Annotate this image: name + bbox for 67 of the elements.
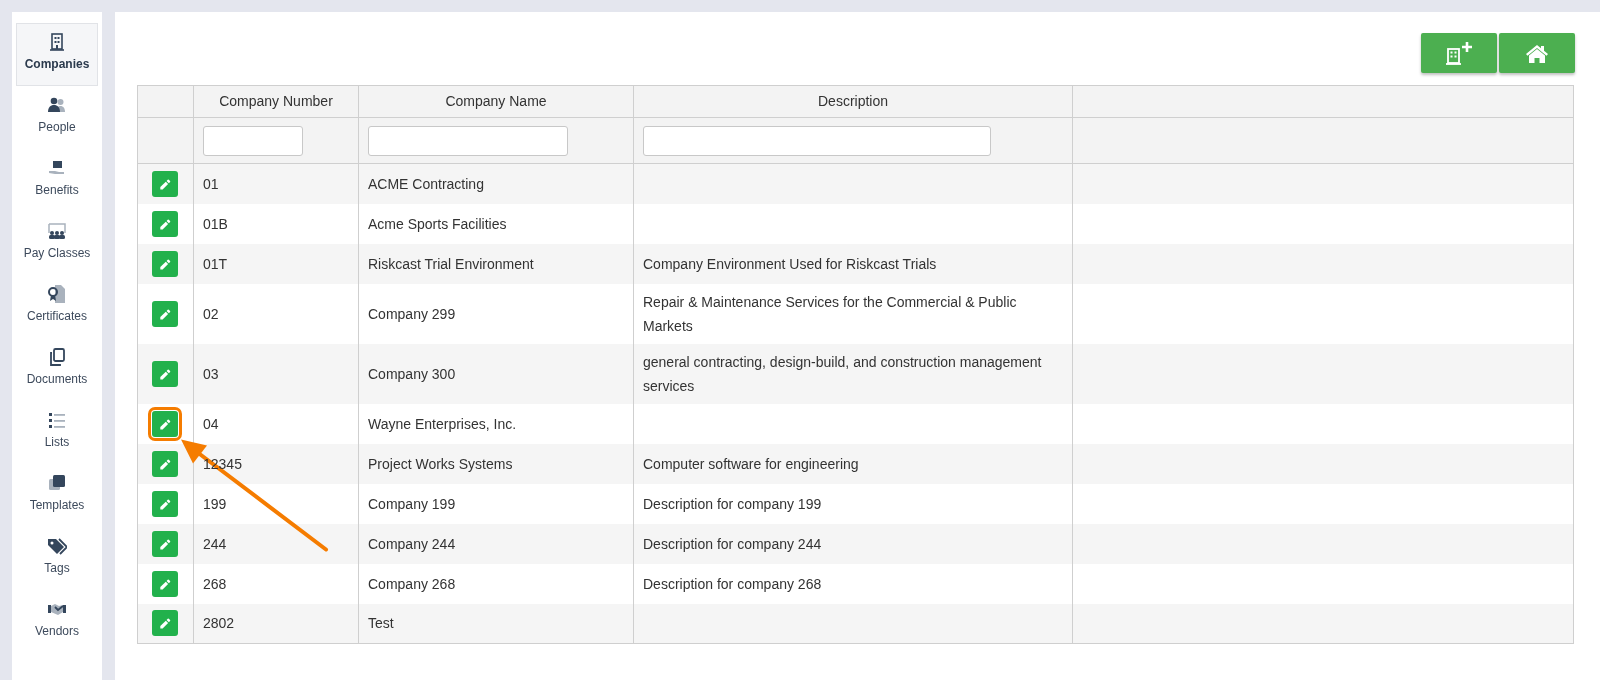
list-icon — [47, 410, 67, 430]
table-cell: Project Works Systems — [368, 455, 513, 472]
filter-field[interactable] — [203, 125, 303, 156]
home-icon — [1524, 42, 1550, 64]
edit-button[interactable] — [152, 210, 178, 237]
table-cell: 244 — [203, 535, 227, 552]
home-button[interactable] — [1499, 33, 1575, 73]
table-cell: ACME Contracting — [368, 175, 484, 192]
table-cell: Acme Sports Facilities — [368, 215, 507, 232]
table-cell-text: Computer software for engineering — [643, 454, 859, 474]
table-cell-text: Description for company 199 — [643, 494, 822, 514]
filter-field[interactable] — [643, 125, 991, 156]
edit-button[interactable] — [152, 530, 178, 557]
stacked-squares-icon — [47, 473, 67, 493]
column-header: Description — [633, 85, 1073, 118]
table-cell-text: Company Environment Used for Riskcast Trials — [643, 254, 937, 274]
certificate-icon — [47, 284, 67, 304]
edit-button[interactable] — [152, 570, 178, 597]
table-cell: Company 268 — [368, 575, 456, 592]
building-icon — [47, 32, 67, 52]
add-company-button[interactable] — [1421, 33, 1497, 73]
table-cell: 2802 — [203, 615, 235, 632]
table-cell-text: general contracting, design-build, and construction management services — [643, 352, 1043, 396]
table-cell: Wayne Enterprises, Inc. — [368, 415, 517, 432]
table-cell: 02 — [203, 305, 219, 322]
edit-button[interactable] — [152, 170, 178, 197]
pencil-icon — [158, 616, 172, 631]
table-cell: 04 — [203, 415, 219, 432]
table-cell: 03 — [203, 365, 219, 382]
edit-button[interactable] — [152, 250, 178, 277]
people-icon — [47, 95, 67, 115]
table-cell: 01T — [203, 255, 228, 272]
edit-button[interactable] — [152, 300, 178, 327]
sidebar-item[interactable]: Companies — [16, 23, 98, 86]
table-cell: Company 300 — [368, 365, 456, 382]
sidebar-item[interactable]: Pay Classes — [16, 212, 98, 275]
sidebar-item[interactable]: People — [16, 86, 98, 149]
table-cell: 01 — [203, 175, 219, 192]
classroom-icon — [47, 221, 67, 241]
edit-button[interactable] — [152, 610, 178, 637]
edit-button[interactable] — [152, 490, 178, 517]
filter-field[interactable] — [368, 125, 568, 156]
column-header: Company Number — [193, 85, 359, 118]
table-cell: 268 — [203, 575, 227, 592]
table-cell: 199 — [203, 495, 227, 512]
edit-button[interactable] — [152, 450, 178, 477]
sidebar-item[interactable]: Vendors — [16, 590, 98, 653]
table-cell-text: Description for company 244 — [643, 534, 822, 554]
column-header: Company Name — [358, 85, 634, 118]
table-cell: Company 299 — [368, 305, 456, 322]
building-plus-icon — [1444, 41, 1474, 65]
edit-button[interactable] — [152, 360, 178, 387]
sidebar-item[interactable]: Templates — [16, 464, 98, 527]
table-cell: Company 199 — [368, 495, 456, 512]
sidebar-item[interactable]: Tags — [16, 527, 98, 590]
table-cell-text: Repair & Maintenance Services for the Commercial & Public Markets — [643, 292, 1018, 336]
sidebar-item[interactable]: Certificates — [16, 275, 98, 338]
table-cell-text: Description for company 268 — [643, 574, 822, 594]
sidebar-item[interactable]: Lists — [16, 401, 98, 464]
documents-icon — [47, 347, 67, 367]
table-cell: Riskcast Trial Environment — [368, 255, 534, 272]
sidebar-item[interactable]: Documents — [16, 338, 98, 401]
table-cell: Company 244 — [368, 535, 456, 552]
table-cell: Test — [368, 615, 394, 632]
tags-icon — [47, 536, 67, 556]
table-cell: 01B — [203, 215, 228, 232]
sidebar-item[interactable]: Benefits — [16, 149, 98, 212]
